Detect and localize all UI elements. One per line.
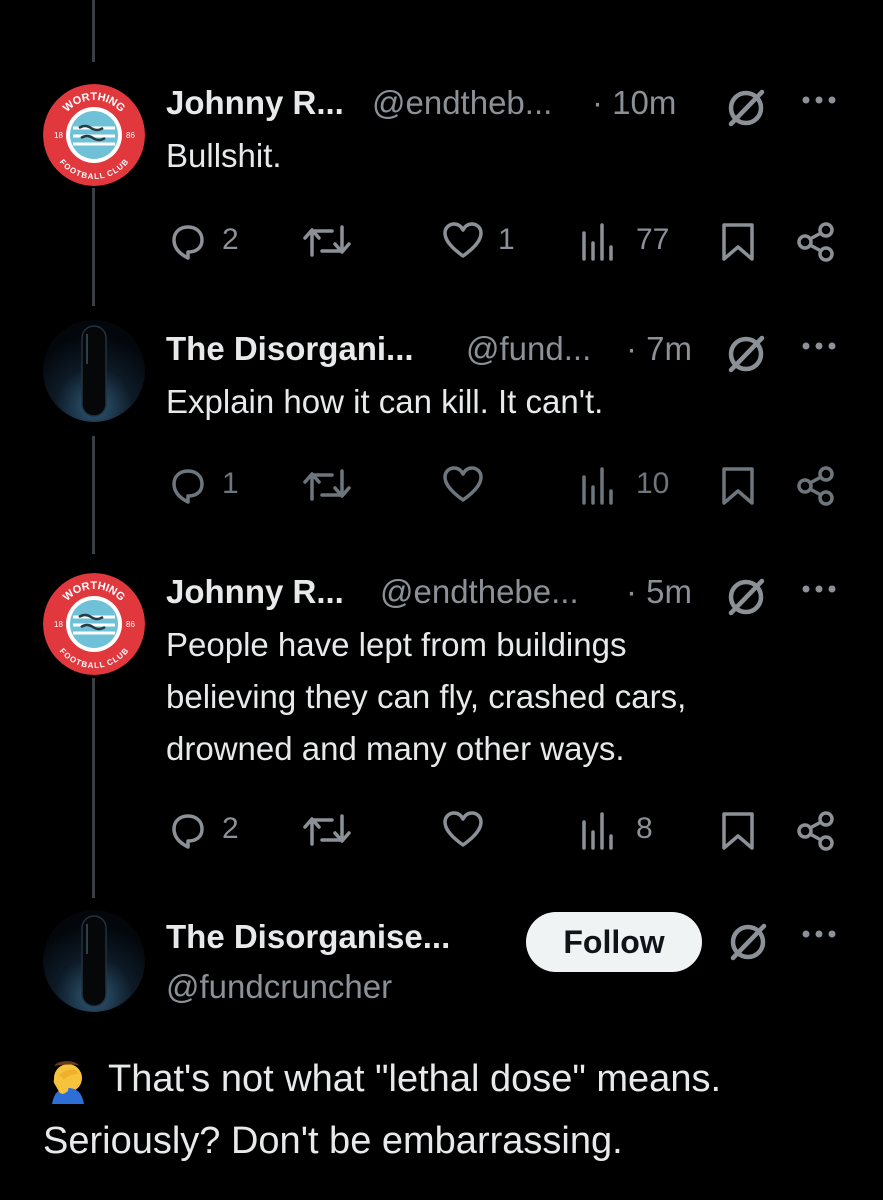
badge-right-text: 86 <box>126 131 135 140</box>
tweet-text-line: People have lept from buildings <box>166 626 627 663</box>
grok-icon[interactable] <box>726 920 770 964</box>
reply-count: 2 <box>222 223 239 256</box>
view-count: 10 <box>636 467 670 500</box>
tweet-header: The Disorgani... @fund... · 7m <box>166 330 883 380</box>
views-icon <box>582 467 613 505</box>
tweet-actions: 2 8 <box>0 805 883 855</box>
views-button[interactable]: 8 <box>580 805 680 855</box>
thread-line <box>92 678 95 898</box>
share-button[interactable] <box>795 216 837 266</box>
reply-button[interactable]: 1 <box>168 460 248 510</box>
reply-icon <box>172 814 204 849</box>
share-button[interactable] <box>795 805 837 855</box>
bookmark-button[interactable] <box>720 805 756 855</box>
black-capsule-avatar-icon <box>43 910 145 1012</box>
handle[interactable]: @endthebe... <box>380 573 579 611</box>
tweet-actions: 1 10 <box>0 460 883 510</box>
tweet-header: Johnny R... @endtheb... · 10m <box>166 84 883 134</box>
avatar[interactable]: WORTHING FOOTBALL CLUB 18 86 <box>43 84 145 186</box>
bookmark-button[interactable] <box>720 460 756 510</box>
heart-icon <box>443 466 483 502</box>
like-count: 1 <box>498 223 515 256</box>
tweet-text-line: drowned and many other ways. <box>166 730 625 767</box>
reply-button[interactable]: 2 <box>168 805 248 855</box>
grok-icon[interactable] <box>724 86 768 130</box>
heart-icon <box>443 811 483 847</box>
retweet-button[interactable] <box>302 216 352 266</box>
tweet-text: Explain how it can kill. It can't. <box>166 383 604 420</box>
retweet-icon <box>303 814 351 846</box>
badge-left-text: 18 <box>54 131 63 140</box>
handle[interactable]: @fundcruncher <box>166 968 392 1006</box>
bookmark-icon <box>722 223 754 261</box>
more-options-icon[interactable] <box>799 579 839 599</box>
display-name[interactable]: Johnny R... <box>166 84 344 122</box>
more-options-icon[interactable] <box>799 924 839 944</box>
retweet-button[interactable] <box>302 805 352 855</box>
reply-icon <box>172 469 204 504</box>
timestamp[interactable]: · 10m <box>592 84 676 122</box>
like-button[interactable] <box>442 805 522 855</box>
reply-button[interactable]: 2 <box>168 216 248 266</box>
more-options-icon[interactable] <box>799 90 839 110</box>
views-icon <box>582 812 613 850</box>
worthing-fc-badge-icon: WORTHING FOOTBALL CLUB 18 86 <box>43 84 145 186</box>
handle[interactable]: @endtheb... <box>372 84 552 122</box>
worthing-fc-badge-icon: WORTHING FOOTBALL CLUB 18 86 <box>43 573 145 675</box>
main-tweet-text-line: That's not what "lethal dose" means. <box>108 1058 722 1100</box>
black-capsule-avatar-icon <box>43 320 145 422</box>
reply-count: 1 <box>222 467 239 500</box>
thread-line <box>92 0 95 62</box>
share-icon <box>797 222 834 262</box>
bookmark-icon <box>722 467 754 505</box>
heart-icon <box>443 222 483 258</box>
badge-left-text: 18 <box>54 620 63 629</box>
tweet-header: The Disorganise... @fundcruncher <box>166 918 883 1005</box>
like-button[interactable]: 1 <box>442 216 522 266</box>
share-icon <box>797 811 834 851</box>
timestamp[interactable]: · 5m <box>626 573 692 611</box>
retweet-icon <box>303 225 351 257</box>
more-options-icon[interactable] <box>799 336 839 356</box>
retweet-button[interactable] <box>302 460 352 510</box>
handle[interactable]: @fund... <box>466 330 591 368</box>
grok-icon[interactable] <box>724 575 768 619</box>
reply-icon <box>172 225 204 260</box>
display-name[interactable]: The Disorganise... <box>166 918 450 956</box>
view-count: 77 <box>636 223 670 256</box>
share-icon <box>797 466 834 506</box>
bookmark-button[interactable] <box>720 216 756 266</box>
retweet-icon <box>303 469 351 501</box>
face-palm-icon <box>52 1061 84 1104</box>
avatar[interactable] <box>43 320 145 422</box>
display-name[interactable]: The Disorgani... <box>166 330 414 368</box>
tweet-actions: 2 1 77 <box>0 216 883 266</box>
main-tweet-text-line: Seriously? Don't be embarrassing. <box>43 1120 623 1162</box>
tweet-header: Johnny R... @endthebe... · 5m <box>166 573 883 623</box>
grok-icon[interactable] <box>724 332 768 376</box>
tweet-text: Bullshit. <box>166 137 282 174</box>
bookmark-icon <box>722 812 754 850</box>
views-icon <box>582 223 613 261</box>
display-name[interactable]: Johnny R... <box>166 573 344 611</box>
share-button[interactable] <box>795 460 837 510</box>
views-button[interactable]: 10 <box>580 460 680 510</box>
views-button[interactable]: 77 <box>580 216 680 266</box>
avatar[interactable] <box>43 910 145 1012</box>
view-count: 8 <box>636 812 653 845</box>
reply-count: 2 <box>222 812 239 845</box>
follow-button[interactable]: Follow <box>526 912 702 972</box>
like-button[interactable] <box>442 460 522 510</box>
tweet-text-line: believing they can fly, crashed cars, <box>166 678 687 715</box>
timestamp[interactable]: · 7m <box>626 330 692 368</box>
avatar[interactable]: WORTHING FOOTBALL CLUB 18 86 <box>43 573 145 675</box>
badge-right-text: 86 <box>126 620 135 629</box>
